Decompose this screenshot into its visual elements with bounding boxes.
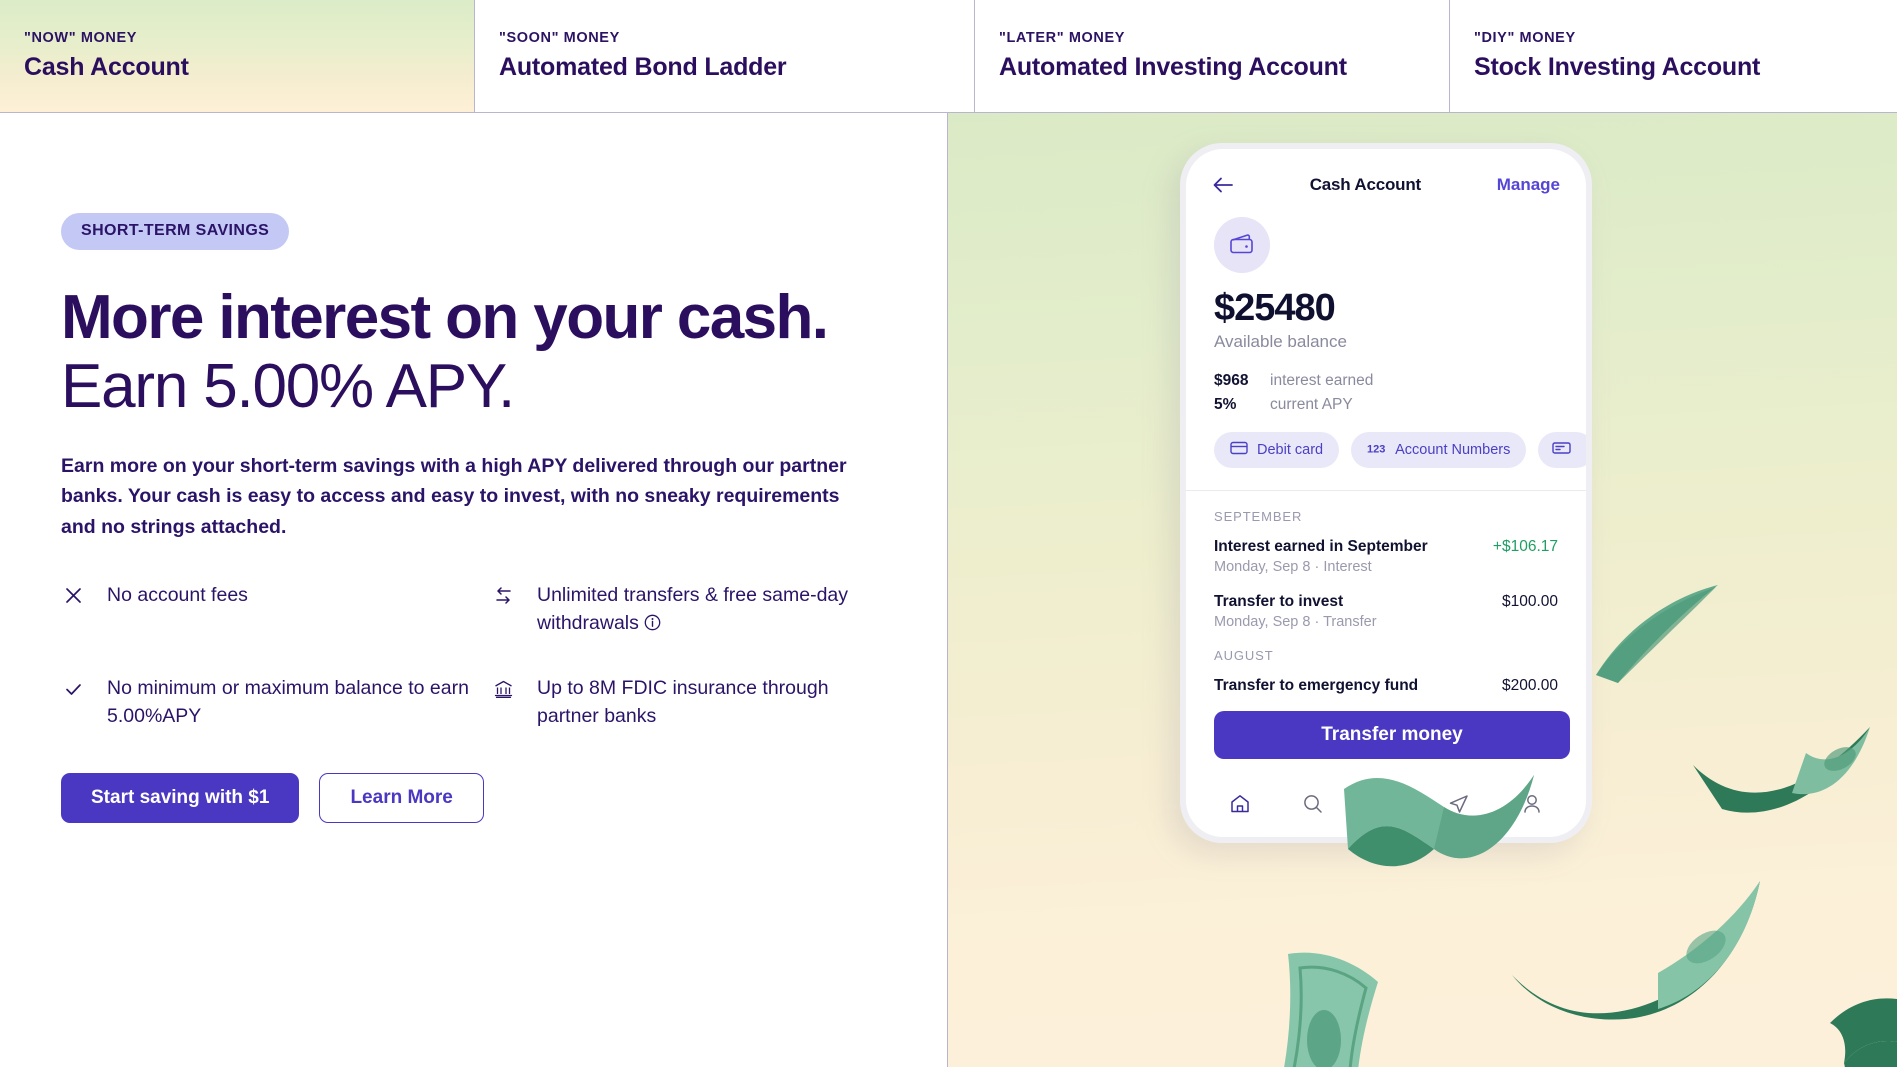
transaction-amount: +$106.17	[1492, 538, 1558, 555]
info-icon[interactable]	[644, 612, 661, 640]
tab-title: Stock Investing Account	[1474, 53, 1761, 81]
tab-eyebrow: "DIY" MONEY	[1474, 30, 1576, 46]
svg-text:123: 123	[1367, 444, 1385, 456]
tab-stock-investing-account[interactable]: "DIY" MONEY Stock Investing Account	[1450, 0, 1897, 112]
numbers-123-icon: 123	[1367, 441, 1386, 459]
account-stats: $968 interest earned 5% current APY	[1214, 372, 1586, 414]
transaction-meta: Monday, Sep 8 · Interest	[1214, 559, 1372, 575]
close-x-icon	[61, 584, 85, 608]
stat-label: current APY	[1270, 396, 1353, 413]
headline-line-1: More interest on your cash.	[61, 283, 829, 352]
table-row[interactable]: Interest earned in September +$106.17 Mo…	[1214, 538, 1558, 575]
transfer-arrows-icon	[491, 584, 515, 608]
check-icon	[61, 677, 85, 701]
divider	[1186, 490, 1586, 491]
list-item: Up to 8M FDIC insurance through partner …	[491, 675, 891, 730]
hero-content: SHORT-TERM SAVINGS More interest on your…	[61, 213, 891, 823]
nav-profile-icon[interactable]	[1521, 793, 1543, 815]
transaction-name: Transfer to emergency fund	[1214, 677, 1419, 694]
list-item: Unlimited transfers & free same-day with…	[491, 582, 891, 639]
tab-title: Automated Investing Account	[999, 53, 1347, 81]
manage-button[interactable]: Manage	[1497, 175, 1560, 195]
check-statement-icon	[1552, 441, 1572, 459]
nav-search-icon[interactable]	[1302, 793, 1324, 815]
category-pill: SHORT-TERM SAVINGS	[61, 213, 290, 250]
landing-page: "NOW" MONEY Cash Account "SOON" MONEY Au…	[0, 0, 1897, 1067]
phone-screen: Cash Account Manage $25480 Available bal…	[1186, 149, 1586, 837]
transfer-money-button[interactable]: Transfer money	[1214, 711, 1570, 759]
start-saving-button[interactable]: Start saving with $1	[61, 772, 300, 823]
page-title: More interest on your cash. Earn 5.00% A…	[61, 285, 841, 419]
hero-description: Earn more on your short-term savings wit…	[61, 455, 847, 538]
banknote-icon	[1512, 881, 1760, 1020]
tab-automated-investing-account[interactable]: "LATER" MONEY Automated Investing Accoun…	[975, 0, 1450, 112]
transaction-amount: $200.00	[1501, 677, 1558, 694]
list-item: No minimum or maximum balance to earn 5.…	[61, 675, 481, 730]
product-visual-pane: Cash Account Manage $25480 Available bal…	[948, 113, 1897, 1067]
back-arrow-icon[interactable]	[1212, 176, 1234, 194]
list-item: No account fees	[61, 582, 481, 639]
stat-label: interest earned	[1270, 372, 1374, 389]
credit-card-icon	[1230, 441, 1248, 459]
banknote-icon	[1284, 952, 1378, 1067]
bottom-navigation	[1186, 771, 1586, 837]
nav-home-icon[interactable]	[1229, 793, 1251, 815]
tab-title: Cash Account	[24, 53, 189, 81]
tab-cash-account[interactable]: "NOW" MONEY Cash Account	[0, 0, 475, 112]
headline-line-2: Earn 5.00% APY.	[61, 352, 515, 422]
transaction-meta: Monday, Sep 8 · Transfer	[1214, 614, 1377, 630]
chip-debit-card[interactable]: Debit card	[1214, 432, 1340, 468]
stat-value: 5%	[1214, 396, 1237, 413]
stat-interest-earned: $968 interest earned	[1214, 372, 1586, 390]
app-screen-title: Cash Account	[1309, 175, 1421, 194]
account-balance: $25480	[1214, 287, 1336, 329]
stat-value: $968	[1214, 372, 1249, 389]
wallet-icon	[1214, 217, 1270, 273]
feature-list: No account fees Unlimited transfers & fr…	[61, 582, 891, 731]
tab-title: Automated Bond Ladder	[499, 53, 787, 81]
chip-label: Account Numbers	[1395, 442, 1511, 458]
chip-label: Debit card	[1257, 442, 1324, 458]
quick-action-chips: Debit card 123 Account Numbers	[1214, 432, 1586, 468]
feature-label: Up to 8M FDIC insurance through partner …	[537, 677, 829, 727]
app-header: Cash Account Manage	[1186, 149, 1586, 195]
chip-account-numbers[interactable]: 123 Account Numbers	[1351, 432, 1527, 468]
transaction-list: SEPTEMBER Interest earned in September +…	[1186, 509, 1586, 695]
feature-text: Unlimited transfers & free same-day with…	[537, 583, 849, 634]
feature-label: Unlimited transfers & free same-day with…	[537, 582, 891, 639]
bank-icon	[491, 677, 515, 701]
transaction-month-header: SEPTEMBER	[1214, 509, 1303, 524]
table-row[interactable]: Transfer to emergency fund $200.00	[1214, 677, 1558, 695]
banknote-icon	[1830, 998, 1897, 1067]
nav-send-plane-icon[interactable]	[1448, 793, 1470, 815]
transaction-name: Interest earned in September	[1214, 538, 1428, 555]
feature-label: No account fees	[107, 583, 248, 606]
account-type-tabbar: "NOW" MONEY Cash Account "SOON" MONEY Au…	[0, 0, 1897, 113]
main-split: SHORT-TERM SAVINGS More interest on your…	[0, 113, 1897, 1067]
tab-eyebrow: "NOW" MONEY	[24, 30, 137, 46]
table-row[interactable]: Transfer to invest $100.00 Monday, Sep 8…	[1214, 593, 1558, 630]
transaction-name: Transfer to invest	[1214, 593, 1344, 610]
banknote-icon	[1596, 585, 1718, 683]
transaction-month-header: AUGUST	[1214, 648, 1274, 663]
transaction-amount: $100.00	[1501, 593, 1558, 610]
chip-statements[interactable]	[1538, 432, 1586, 468]
feature-label: No minimum or maximum balance to earn 5.…	[107, 677, 469, 727]
phone-mockup: Cash Account Manage $25480 Available bal…	[1180, 143, 1592, 843]
tab-eyebrow: "LATER" MONEY	[999, 30, 1126, 46]
tab-automated-bond-ladder[interactable]: "SOON" MONEY Automated Bond Ladder	[475, 0, 975, 112]
stat-current-apy: 5% current APY	[1214, 396, 1586, 414]
hero-copy-pane: SHORT-TERM SAVINGS More interest on your…	[0, 113, 948, 1067]
tab-eyebrow: "SOON" MONEY	[499, 30, 620, 46]
balance-label: Available balance	[1214, 332, 1347, 351]
banknote-icon	[1693, 727, 1870, 813]
cta-row: Start saving with $1 Learn More	[61, 772, 891, 823]
learn-more-button[interactable]: Learn More	[319, 772, 484, 823]
nav-transfer-icon[interactable]	[1375, 793, 1397, 815]
